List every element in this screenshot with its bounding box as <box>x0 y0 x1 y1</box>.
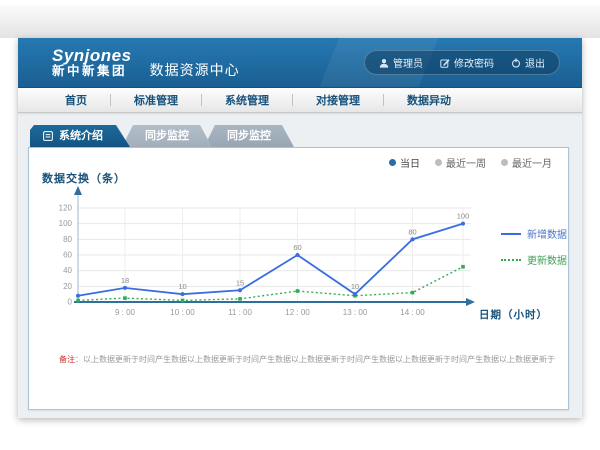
radio-selected-icon <box>389 159 396 166</box>
period-option-label: 最近一月 <box>512 155 552 170</box>
chart-point-label: 80 <box>408 227 416 236</box>
logo-company-name: 新中新集团 <box>52 65 132 78</box>
exchange-line-chart: 0 20 40 60 80 100 120 9 : 00 10 : 00 11 : 00 12 : … <box>37 184 492 332</box>
chart-point <box>181 299 185 303</box>
y-tick-label: 40 <box>63 266 72 275</box>
app-header: Synjones 新中新集团 数据资源中心 管理员 修改密码 退出 <box>18 38 582 88</box>
chart-point <box>238 297 242 301</box>
current-user-button[interactable]: 管理员 <box>379 55 423 70</box>
legend-label: 更新数据 <box>527 252 567 267</box>
nav-item-interface-management[interactable]: 对接管理 <box>293 92 383 108</box>
chart-point <box>296 253 300 257</box>
solid-line-icon <box>501 233 521 235</box>
chart-point <box>461 265 465 269</box>
tab-label: 系统介绍 <box>59 125 103 147</box>
chart-point <box>461 222 465 226</box>
legend-item-new-data[interactable]: 新增数据 <box>501 226 567 241</box>
x-axis-title: 日期（小时） <box>479 307 548 322</box>
y-tick-label: 80 <box>63 235 72 244</box>
tab-sync-monitor-1[interactable]: 同步监控 <box>122 125 212 147</box>
legend-item-updated-data[interactable]: 更新数据 <box>501 252 567 267</box>
chart-point <box>181 292 185 296</box>
main-nav: 首页 标准管理 系统管理 对接管理 数据异动 <box>18 88 582 113</box>
x-tick-label: 13 : 00 <box>343 308 368 317</box>
current-user-label: 管理员 <box>393 55 423 70</box>
content-area: 系统介绍 同步监控 同步监控 当日 最近一周 <box>18 113 582 417</box>
nav-item-standard-management[interactable]: 标准管理 <box>111 92 201 108</box>
period-option-label: 最近一周 <box>446 155 486 170</box>
tab-sync-monitor-2[interactable]: 同步监控 <box>204 125 294 147</box>
app-window: Synjones 新中新集团 数据资源中心 管理员 修改密码 退出 <box>18 38 582 418</box>
chart-point-label: 100 <box>457 212 470 221</box>
x-tick-label: 11 : 00 <box>228 308 252 317</box>
chart-point <box>411 291 415 295</box>
user-toolbar: 管理员 修改密码 退出 <box>364 50 560 75</box>
y-tick-label: 120 <box>59 204 73 213</box>
chart-point-label: 10 <box>351 282 359 291</box>
change-password-label: 修改密码 <box>454 55 494 70</box>
logo-brand-text: Synjones <box>52 47 132 65</box>
footnote-label: 备注 <box>59 355 75 364</box>
chart-point <box>238 288 242 292</box>
radio-unselected-icon <box>435 159 442 166</box>
chart-point <box>296 289 300 293</box>
y-tick-label: 60 <box>63 251 72 260</box>
y-tick-label: 100 <box>59 219 73 228</box>
edit-pencil-icon <box>440 58 450 68</box>
power-logout-icon <box>511 58 521 68</box>
period-option-label: 当日 <box>400 155 420 170</box>
page-top-band <box>0 5 600 38</box>
period-option-today[interactable]: 当日 <box>389 155 420 170</box>
chart-panel: 当日 最近一周 最近一月 数据交换（条） 0204060801001209 : … <box>28 147 569 410</box>
chart-point <box>411 237 415 241</box>
change-password-button[interactable]: 修改密码 <box>440 55 494 70</box>
chart-point <box>123 296 127 300</box>
y-axis-arrow-icon <box>74 186 82 195</box>
company-logo: Synjones 新中新集团 <box>52 47 132 78</box>
period-option-last-week[interactable]: 最近一周 <box>435 155 486 170</box>
chart-point-label: 15 <box>236 278 244 287</box>
radio-unselected-icon <box>501 159 508 166</box>
chart-point-label: 18 <box>121 276 129 285</box>
chart-point <box>76 294 80 298</box>
footnote-text: ：以上数据更新于时间产生数据以上数据更新于时间产生数据以上数据更新于时间产生数据… <box>75 355 555 364</box>
chart-point-label: 10 <box>178 282 186 291</box>
tab-system-intro[interactable]: 系统介绍 <box>30 125 130 147</box>
nav-item-data-change[interactable]: 数据异动 <box>384 92 474 108</box>
chart-point <box>76 299 80 303</box>
logout-label: 退出 <box>525 55 545 70</box>
logout-button[interactable]: 退出 <box>511 55 545 70</box>
user-icon <box>379 58 389 68</box>
chart-point-label: 60 <box>293 243 301 252</box>
x-tick-label: 10 : 00 <box>170 308 195 317</box>
period-filter: 当日 最近一周 最近一月 <box>389 155 552 170</box>
chart-point <box>123 286 127 290</box>
app-title: 数据资源中心 <box>150 60 240 80</box>
x-tick-label: 14 : 00 <box>400 308 425 317</box>
tab-label: 同步监控 <box>227 125 271 147</box>
x-axis-arrow-icon <box>466 298 475 306</box>
x-tick-label: 9 : 00 <box>115 308 136 317</box>
nav-item-system-management[interactable]: 系统管理 <box>202 92 292 108</box>
chart-point <box>353 292 357 296</box>
chart-series-line <box>78 224 463 296</box>
tabs-bar: 系统介绍 同步监控 同步监控 <box>30 125 294 147</box>
legend-label: 新增数据 <box>527 226 567 241</box>
nav-item-home[interactable]: 首页 <box>42 92 110 108</box>
period-option-last-month[interactable]: 最近一月 <box>501 155 552 170</box>
x-tick-label: 12 : 00 <box>285 308 310 317</box>
footnote: 备注：以上数据更新于时间产生数据以上数据更新于时间产生数据以上数据更新于时间产生… <box>59 354 559 365</box>
y-tick-label: 20 <box>63 282 72 291</box>
document-list-icon <box>43 131 53 141</box>
chart-legend: 新增数据 更新数据 <box>501 226 567 267</box>
tab-label: 同步监控 <box>145 125 189 147</box>
dotted-line-icon <box>501 259 521 261</box>
y-tick-label: 0 <box>68 298 73 307</box>
